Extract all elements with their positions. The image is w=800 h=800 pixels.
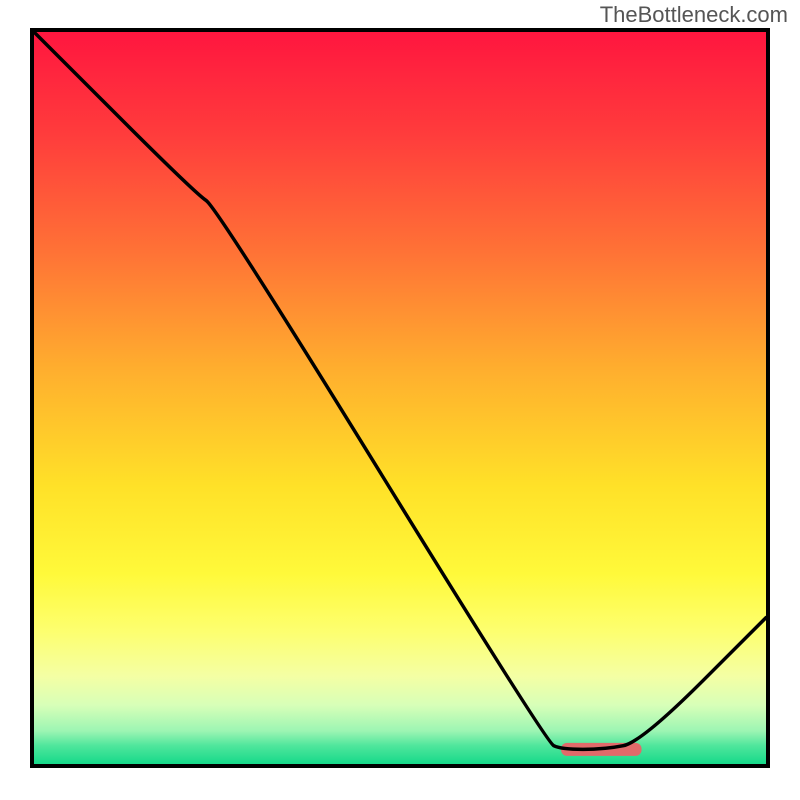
chart-plot [34,32,766,764]
watermark-text: TheBottleneck.com [600,2,788,28]
chart-frame [30,28,770,768]
